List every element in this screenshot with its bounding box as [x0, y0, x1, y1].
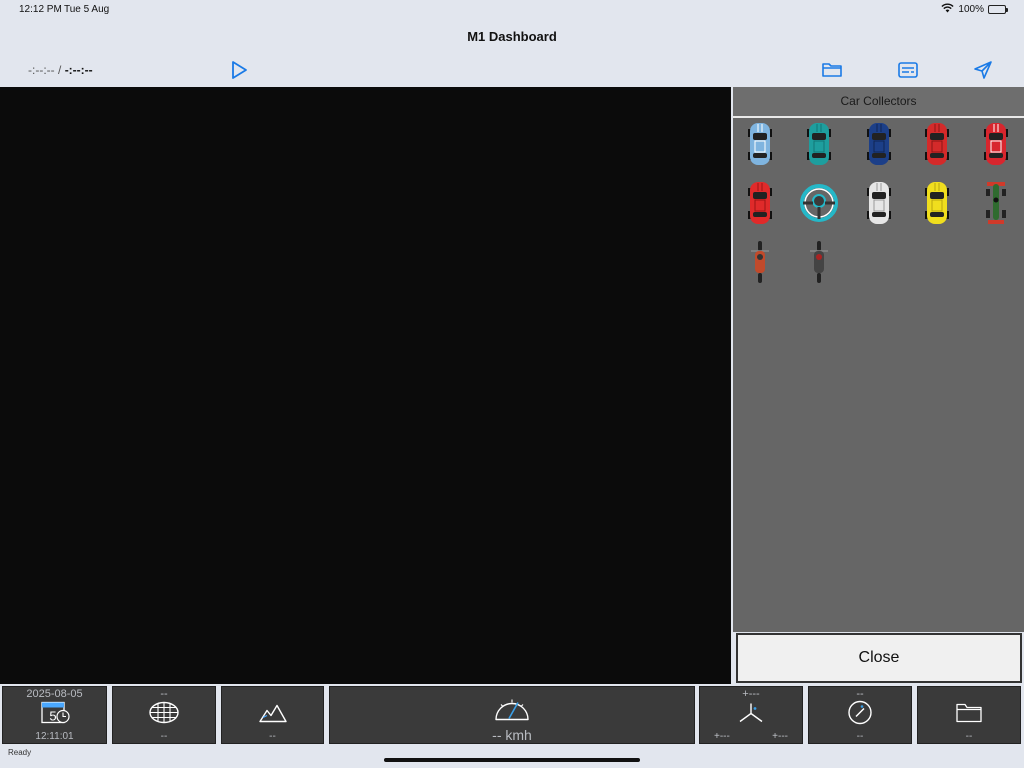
- status-time: 12:12 PM: [19, 4, 62, 15]
- battery-icon: [988, 5, 1008, 14]
- car-icon: [925, 123, 949, 165]
- car-item[interactable]: [859, 118, 899, 170]
- car-icon: [986, 182, 1006, 224]
- home-indicator[interactable]: [384, 758, 640, 762]
- compass-bottom-value: --: [856, 731, 864, 742]
- map-grid-icon: [148, 700, 180, 731]
- altitude-tile[interactable]: --: [221, 686, 324, 744]
- car-collectors-panel: Car Collectors: [733, 87, 1024, 632]
- speed-value: -- kmh: [492, 727, 532, 743]
- car-icon: [925, 182, 949, 224]
- status-bar: 12:12 PM Tue 5 Aug 100%: [0, 0, 1024, 20]
- wifi-icon: [941, 3, 955, 16]
- calendar-clock-icon: 5: [38, 700, 72, 731]
- gforce-x-value: +---: [714, 731, 730, 742]
- car-icon: [800, 184, 838, 222]
- subtitles-button[interactable]: [896, 58, 920, 82]
- share-button[interactable]: [971, 58, 995, 82]
- panel-title: Car Collectors: [733, 87, 1024, 118]
- car-icon: [867, 182, 891, 224]
- car-icon: [807, 123, 831, 165]
- gforce-top-value: +---: [742, 688, 760, 700]
- files-value: --: [965, 731, 973, 742]
- battery-percent: 100%: [958, 4, 984, 15]
- axes-icon: [736, 700, 766, 731]
- car-item[interactable]: [740, 118, 780, 170]
- gforce-tile[interactable]: +--- +--- +---: [699, 686, 803, 744]
- car-item[interactable]: [740, 236, 780, 288]
- caption-icon: [898, 62, 918, 78]
- car-item[interactable]: [799, 177, 839, 229]
- car-item[interactable]: [976, 177, 1016, 229]
- date-value: 2025-08-05: [26, 688, 83, 700]
- video-player[interactable]: [0, 87, 731, 684]
- car-icon: [867, 123, 891, 165]
- car-icon: [748, 123, 772, 165]
- car-item[interactable]: [859, 177, 899, 229]
- time-value: 12:11:01: [35, 731, 74, 742]
- folder-icon: [955, 702, 983, 729]
- car-icon: [984, 123, 1008, 165]
- play-icon: [232, 61, 247, 79]
- map-tile[interactable]: -- --: [112, 686, 216, 744]
- total-time: -:--:--: [64, 63, 93, 77]
- altitude-value: --: [269, 731, 276, 742]
- status-right: 100%: [941, 3, 1008, 16]
- car-item[interactable]: [917, 177, 957, 229]
- speedometer-icon: [492, 694, 532, 729]
- status-text: Ready: [8, 748, 32, 757]
- current-time: -:--:--: [28, 63, 55, 77]
- car-item[interactable]: [799, 236, 839, 288]
- car-icon: [751, 241, 769, 283]
- speed-tile[interactable]: -- kmh: [329, 686, 695, 744]
- timecode: -:--:-- / -:--:--: [28, 63, 93, 77]
- car-item[interactable]: [799, 118, 839, 170]
- gforce-y-value: +---: [772, 731, 788, 742]
- mountain-icon: [258, 702, 288, 729]
- send-icon: [974, 61, 992, 79]
- compass-icon: [846, 699, 874, 732]
- car-item[interactable]: [740, 177, 780, 229]
- folder-icon: [822, 63, 842, 77]
- close-button[interactable]: Close: [736, 633, 1022, 683]
- svg-text:5: 5: [49, 709, 56, 724]
- car-icon: [810, 241, 828, 283]
- map-bottom-value: --: [160, 731, 168, 742]
- car-icon: [748, 182, 772, 224]
- map-top-value: --: [160, 688, 168, 700]
- page-title: M1 Dashboard: [467, 29, 557, 44]
- files-tile[interactable]: --: [917, 686, 1021, 744]
- play-button[interactable]: [227, 58, 251, 82]
- open-folder-button[interactable]: [820, 58, 844, 82]
- car-item[interactable]: [917, 118, 957, 170]
- car-item[interactable]: [976, 118, 1016, 170]
- time-separator: /: [58, 63, 62, 77]
- status-date: Tue 5 Aug: [64, 4, 110, 15]
- compass-tile[interactable]: -- --: [808, 686, 912, 744]
- date-tile[interactable]: 2025-08-05 5 12:11:01: [2, 686, 107, 744]
